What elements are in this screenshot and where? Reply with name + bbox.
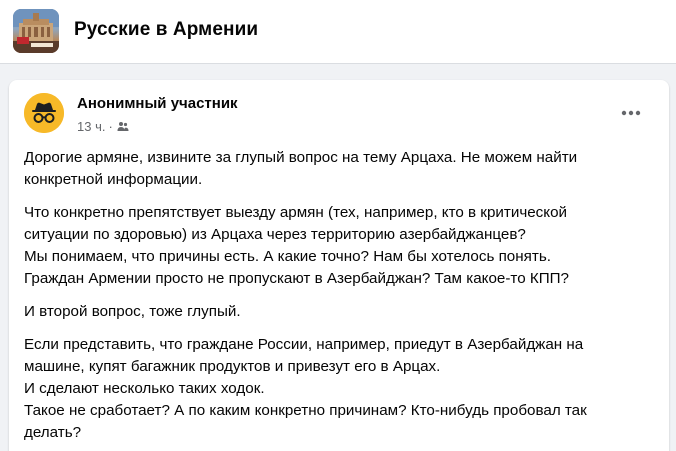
post-line: И второй вопрос, тоже глупый.	[24, 303, 241, 320]
post-paragraph: И второй вопрос, тоже глупый.	[24, 301, 654, 323]
post-paragraph: Дорогие армяне, извините за глупый вопро…	[24, 147, 654, 191]
post-line: Дорогие армяне, извините за глупый вопро…	[24, 149, 578, 166]
post-card: Анонимный участник 13 ч. · Дорогие армян…	[9, 80, 669, 451]
anonymous-incognito-icon[interactable]	[24, 93, 64, 133]
more-horizontal-icon	[621, 103, 641, 121]
post-line: Граждан Армении просто не пропускают в А…	[24, 270, 569, 287]
post-line: Если представить, что граждане России, н…	[24, 336, 584, 353]
post-meta: 13 ч. ·	[77, 118, 129, 134]
post-line: Что конкретно препятствует выезду армян …	[24, 204, 568, 221]
group-name[interactable]: Русские в Армении	[74, 19, 258, 41]
post-paragraph: Если представить, что граждане России, н…	[24, 334, 654, 444]
post-text: Дорогие армяне, извините за глупый вопро…	[24, 147, 654, 451]
post-time[interactable]: 13 ч.	[77, 119, 105, 134]
meta-separator: ·	[108, 118, 113, 134]
post-line: машине, купят багажник продуктов и приве…	[24, 358, 441, 375]
post-line: Такое не сработает? А по каким конкретно…	[24, 402, 587, 419]
post-paragraph: Что конкретно препятствует выезду армян …	[24, 202, 654, 290]
author-name[interactable]: Анонимный участник	[77, 95, 238, 112]
group-header: Русские в Армении	[0, 0, 676, 64]
post-line: И сделают несколько таких ходок.	[24, 380, 265, 397]
post-line: ситуации по здоровью) из Арцаха через те…	[24, 226, 526, 243]
group-privacy-icon[interactable]	[117, 120, 129, 132]
post-line: делать?	[24, 424, 82, 441]
group-photo-icon[interactable]	[13, 9, 59, 53]
post-line: Мы понимаем, что причины есть. А какие т…	[24, 248, 551, 265]
more-options-button[interactable]	[617, 102, 645, 122]
post-line: конкретной информации.	[24, 171, 203, 188]
